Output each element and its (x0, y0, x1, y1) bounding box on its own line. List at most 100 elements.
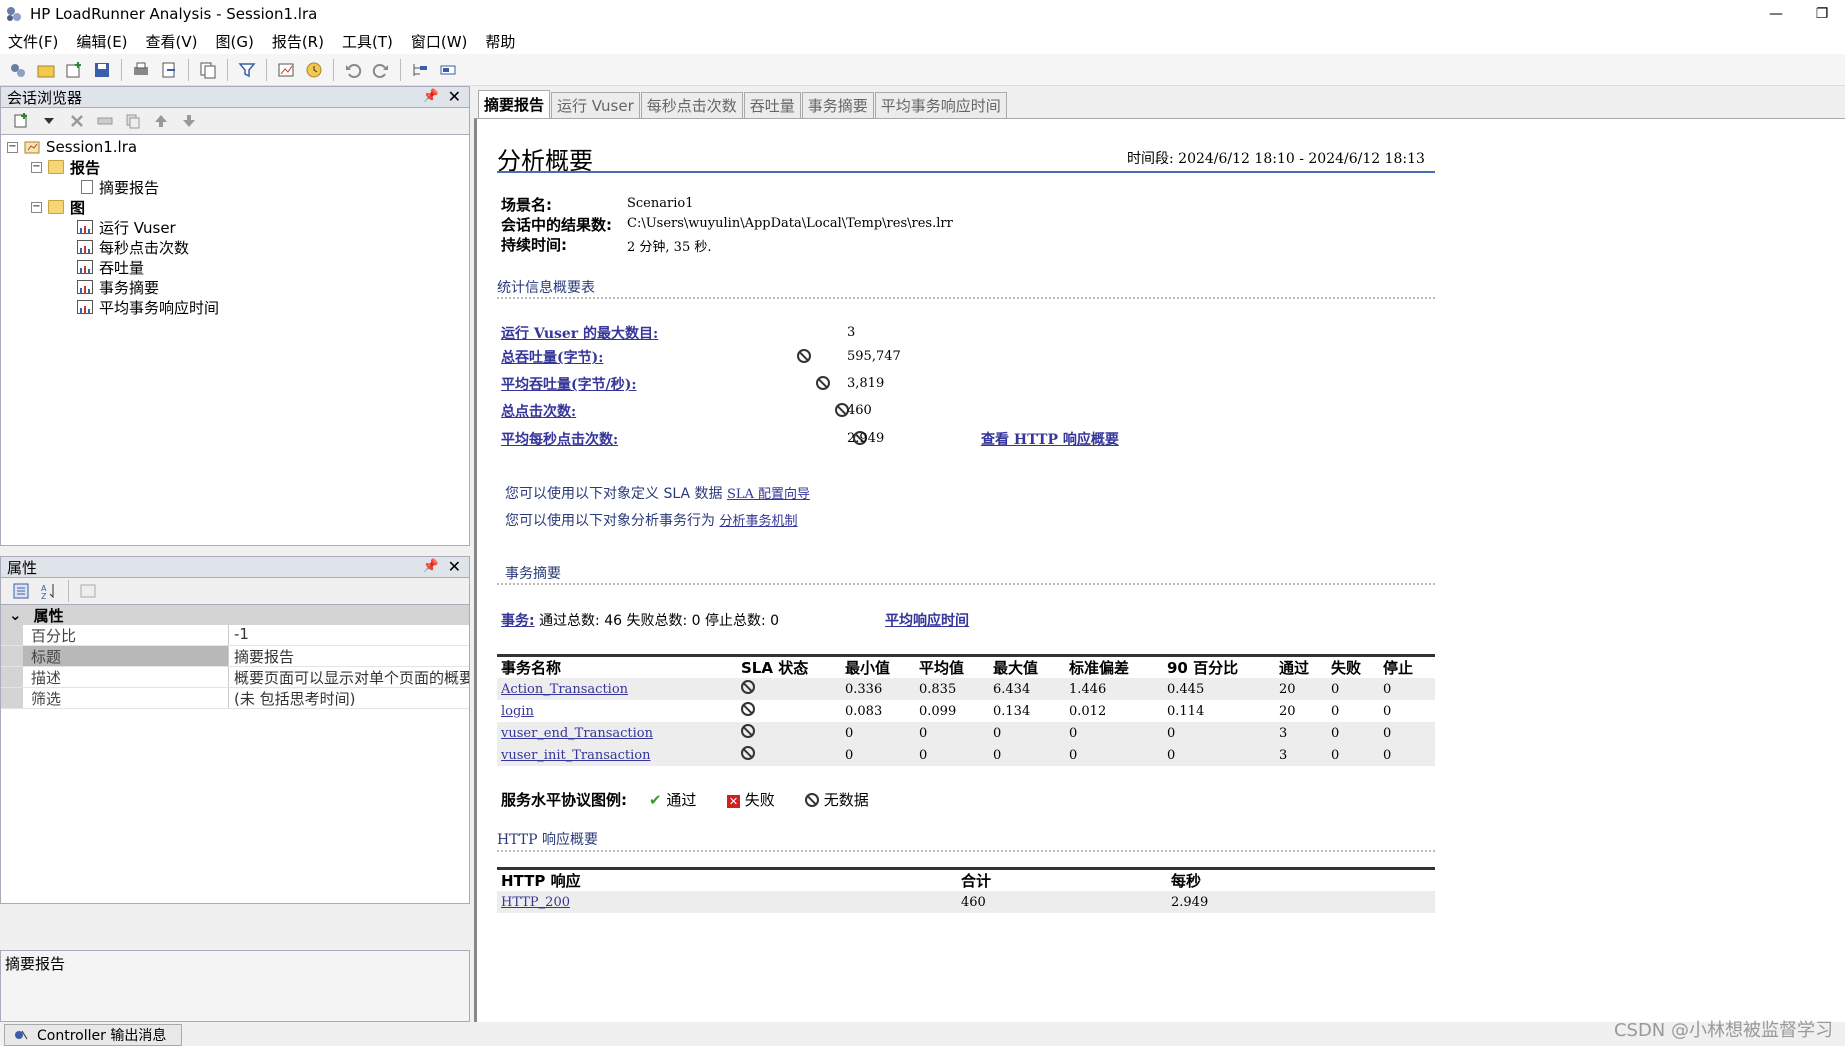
property-value[interactable]: -1 (229, 625, 469, 645)
add-item-icon[interactable] (9, 109, 33, 133)
tree-view-icon[interactable] (408, 58, 432, 82)
property-value[interactable]: 概要页面可以显示对单个页面的概要 (229, 667, 469, 687)
property-row[interactable]: 描述 概要页面可以显示对单个页面的概要 (1, 667, 469, 688)
dropdown-arrow-icon[interactable] (37, 109, 61, 133)
toolbar-separator (333, 58, 334, 81)
tab-transaction-summary[interactable]: 事务摘要 (801, 92, 874, 118)
duplicate-icon[interactable] (121, 109, 145, 133)
sort-az-icon[interactable]: AZ (37, 579, 61, 603)
analyze-transaction-link[interactable]: 分析事务机制 (719, 514, 797, 529)
property-row[interactable]: 筛选 (未 包括思考时间) (1, 688, 469, 709)
sla-text-label: 您可以使用以下对象定义 SLA 数据 (505, 486, 723, 502)
tree-item-throughput[interactable]: 吞吐量 (77, 257, 144, 277)
chart-icon (77, 240, 93, 254)
tree-item-transaction-summary[interactable]: 事务摘要 (77, 277, 159, 297)
http-summary-link[interactable]: 查看 HTTP 响应概要 (981, 429, 1119, 449)
properties-title: 属性 (7, 558, 38, 577)
property-value[interactable]: (未 包括思考时间) (229, 688, 469, 708)
copy-icon[interactable] (196, 58, 220, 82)
tree-item-running-vuser[interactable]: 运行 Vuser (77, 217, 176, 237)
save-icon[interactable] (90, 58, 114, 82)
properties-panel: 属性 📌 ✕ AZ ⌄ 属性 百分比 -1 标题 摘要报告 描述 概要页面可以显… (0, 556, 470, 951)
menu-help[interactable]: 帮助 (485, 31, 515, 52)
property-category[interactable]: ⌄ 属性 (1, 605, 469, 625)
property-row[interactable]: 标题 摘要报告 (1, 646, 469, 667)
stat-label-link[interactable]: 运行 Vuser 的最大数目: (501, 323, 658, 343)
tab-avg-response-time[interactable]: 平均事务响应时间 (874, 92, 1007, 118)
open-folder-icon[interactable] (34, 58, 58, 82)
http-code-link[interactable]: HTTP_200 (501, 895, 570, 910)
menu-view[interactable]: 查看(V) (146, 31, 198, 52)
tab-running-vuser[interactable]: 运行 Vuser (551, 92, 640, 118)
collapse-icon[interactable]: − (31, 161, 42, 173)
avg-response-link[interactable]: 平均响应时间 (885, 610, 969, 630)
transaction-name-link[interactable]: login (501, 704, 534, 719)
pin-icon[interactable]: 📌 (423, 89, 439, 104)
undo-icon[interactable] (341, 58, 365, 82)
export-icon[interactable] (157, 58, 181, 82)
time-period-value: 2024/6/12 18:10 - 2024/6/12 18:13 (1178, 151, 1425, 167)
main-toolbar (0, 54, 1845, 86)
properties-toolbar: AZ (0, 578, 470, 604)
categorized-icon[interactable] (9, 579, 33, 603)
table-cell: 0 (1065, 722, 1163, 744)
tree-root[interactable]: − Session1.lra (7, 137, 137, 157)
tree-item-hits-per-second[interactable]: 每秒点击次数 (77, 237, 189, 257)
layout-icon[interactable] (436, 58, 460, 82)
time-filter-icon[interactable] (302, 58, 326, 82)
restore-button[interactable]: ❐ (1799, 0, 1845, 28)
menu-file[interactable]: 文件(F) (8, 31, 58, 52)
transaction-counts: 事务: 通过总数: 46 失败总数: 0 停止总数: 0 (501, 610, 779, 630)
column-header: 最大值 (989, 654, 1065, 678)
collapse-arrow-icon[interactable]: ⌄ (9, 606, 22, 624)
merge-graph-icon[interactable] (274, 58, 298, 82)
add-graph-icon[interactable] (62, 58, 86, 82)
stat-label-link[interactable]: 总吞吐量(字节): (501, 347, 603, 367)
controller-output-tab[interactable]: Controller 输出消息 (4, 1024, 182, 1046)
move-down-icon[interactable] (177, 109, 201, 133)
transaction-table: 事务名称 SLA 状态 最小值 平均值 最大值 标准偏差 90 百分比 通过 失… (497, 654, 1435, 766)
stat-label-link[interactable]: 平均吞吐量(字节/秒): (501, 374, 637, 394)
tree-item-summary-report[interactable]: 摘要报告 (81, 177, 159, 197)
print-icon[interactable] (129, 58, 153, 82)
stat-value: 3 (847, 325, 856, 340)
property-value[interactable]: 摘要报告 (229, 646, 469, 666)
table-cell: 0 (1331, 703, 1340, 719)
tab-throughput[interactable]: 吞吐量 (743, 92, 801, 118)
menu-tools[interactable]: 工具(T) (342, 31, 393, 52)
tab-hits-per-second[interactable]: 每秒点击次数 (640, 92, 743, 118)
section-divider (497, 583, 1435, 585)
filter-icon[interactable] (235, 58, 259, 82)
close-icon[interactable]: ✕ (448, 557, 461, 576)
rename-icon[interactable] (93, 109, 117, 133)
toolbar-separator (227, 58, 228, 81)
menu-report[interactable]: 报告(R) (272, 31, 324, 52)
menu-edit[interactable]: 编辑(E) (76, 31, 127, 52)
tab-summary-report[interactable]: 摘要报告 (478, 90, 551, 118)
property-pages-icon[interactable] (76, 579, 100, 603)
minimize-button[interactable]: — (1753, 0, 1799, 28)
stat-label-link[interactable]: 总点击次数: (501, 401, 576, 421)
tree-folder-graph[interactable]: − 图 (31, 197, 85, 217)
transaction-name-link[interactable]: Action_Transaction (501, 682, 628, 697)
pin-icon[interactable]: 📌 (423, 559, 439, 574)
sla-wizard-link[interactable]: SLA 配置向导 (727, 487, 810, 502)
stat-label-link[interactable]: 平均每秒点击次数: (501, 429, 618, 449)
transactions-link[interactable]: 事务: (501, 613, 535, 629)
move-up-icon[interactable] (149, 109, 173, 133)
tree-folder-report[interactable]: − 报告 (31, 157, 100, 177)
transaction-name-link[interactable]: vuser_end_Transaction (501, 726, 653, 741)
table-cell: 0 (1163, 744, 1275, 766)
close-icon[interactable]: ✕ (448, 87, 461, 106)
menu-graph[interactable]: 图(G) (216, 31, 254, 52)
menu-window[interactable]: 窗口(W) (411, 31, 468, 52)
collapse-icon[interactable]: − (31, 201, 42, 213)
tree-item-avg-response-time[interactable]: 平均事务响应时间 (77, 297, 219, 317)
delete-icon[interactable] (65, 109, 89, 133)
column-header: HTTP 响应 (497, 867, 957, 891)
property-row[interactable]: 百分比 -1 (1, 625, 469, 646)
redo-icon[interactable] (369, 58, 393, 82)
transaction-name-link[interactable]: vuser_init_Transaction (501, 748, 651, 763)
collapse-icon[interactable]: − (7, 141, 18, 153)
new-session-icon[interactable] (6, 58, 30, 82)
